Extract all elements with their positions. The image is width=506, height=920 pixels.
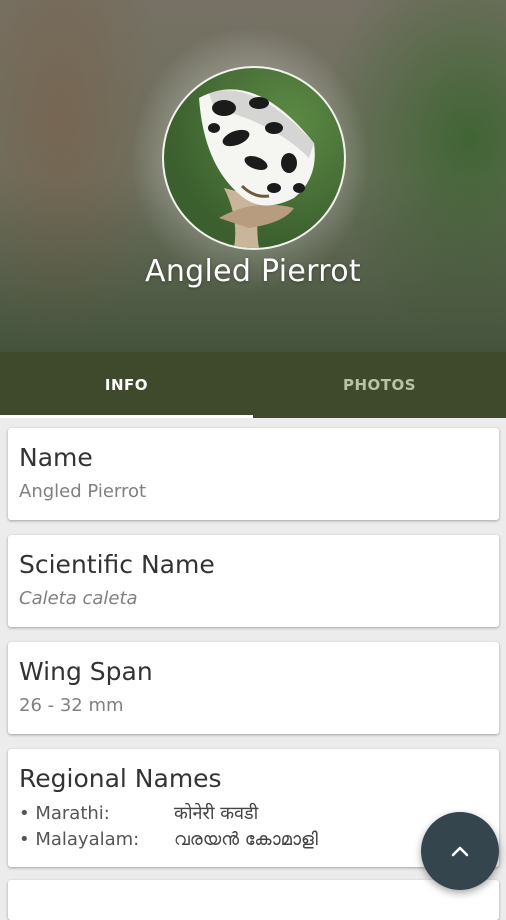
list-item: • Malayalam: വരയൻ കോമാളി — [19, 827, 488, 853]
tab-info[interactable]: INFO — [0, 352, 253, 418]
card-title: Regional Names — [19, 764, 222, 793]
species-title: Angled Pierrot — [145, 254, 361, 289]
list-item: • Marathi: कोनेरी कवडी — [19, 801, 488, 827]
card-value: Caleta caleta — [19, 588, 138, 609]
butterfly-photo — [199, 89, 315, 248]
wing-span-card: Wing Span 26 - 32 mm — [8, 642, 499, 734]
species-avatar[interactable] — [162, 66, 346, 250]
chevron-up-icon — [451, 846, 469, 857]
regional-name: വരയൻ കോമാളി — [174, 829, 318, 850]
card-value: Angled Pierrot — [19, 481, 147, 502]
card-value: 26 - 32 mm — [19, 695, 124, 716]
regional-name: कोनेरी कवडी — [174, 803, 259, 824]
card-title: Wing Span — [19, 657, 153, 686]
tab-bar: INFO PHOTOS — [0, 352, 506, 418]
name-card: Name Angled Pierrot — [8, 428, 499, 520]
regional-language: • Marathi: — [19, 803, 110, 824]
header-backdrop: Angled Pierrot — [0, 0, 506, 352]
card-title: Scientific Name — [19, 550, 215, 579]
scientific-name-card: Scientific Name Caleta caleta — [8, 535, 499, 627]
scroll-up-button[interactable] — [421, 812, 499, 890]
tab-photos[interactable]: PHOTOS — [253, 352, 506, 418]
next-card — [8, 880, 499, 920]
card-title: Name — [19, 443, 93, 472]
regional-language: • Malayalam: — [19, 829, 140, 850]
